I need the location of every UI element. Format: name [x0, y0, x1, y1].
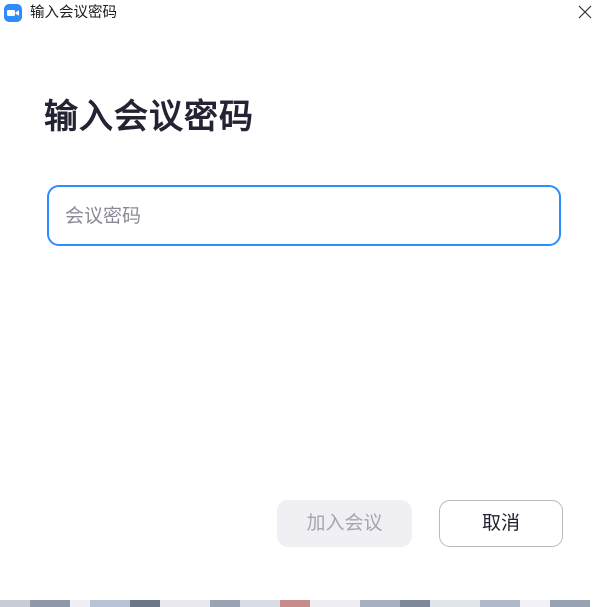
background-strip: [0, 600, 600, 607]
page-title: 输入会议密码: [44, 97, 254, 137]
join-meeting-button[interactable]: 加入会议: [277, 500, 412, 547]
title-bar: 输入会议密码: [0, 0, 600, 26]
window-title: 输入会议密码: [30, 5, 117, 21]
join-meeting-password-dialog: 输入会议密码 输入会议密码 加入会议 取消: [0, 0, 600, 607]
close-button[interactable]: [571, 0, 599, 26]
cancel-button[interactable]: 取消: [439, 500, 563, 547]
zoom-camera-icon: [4, 4, 22, 22]
close-icon: [578, 5, 592, 19]
meeting-password-input[interactable]: [47, 185, 561, 246]
